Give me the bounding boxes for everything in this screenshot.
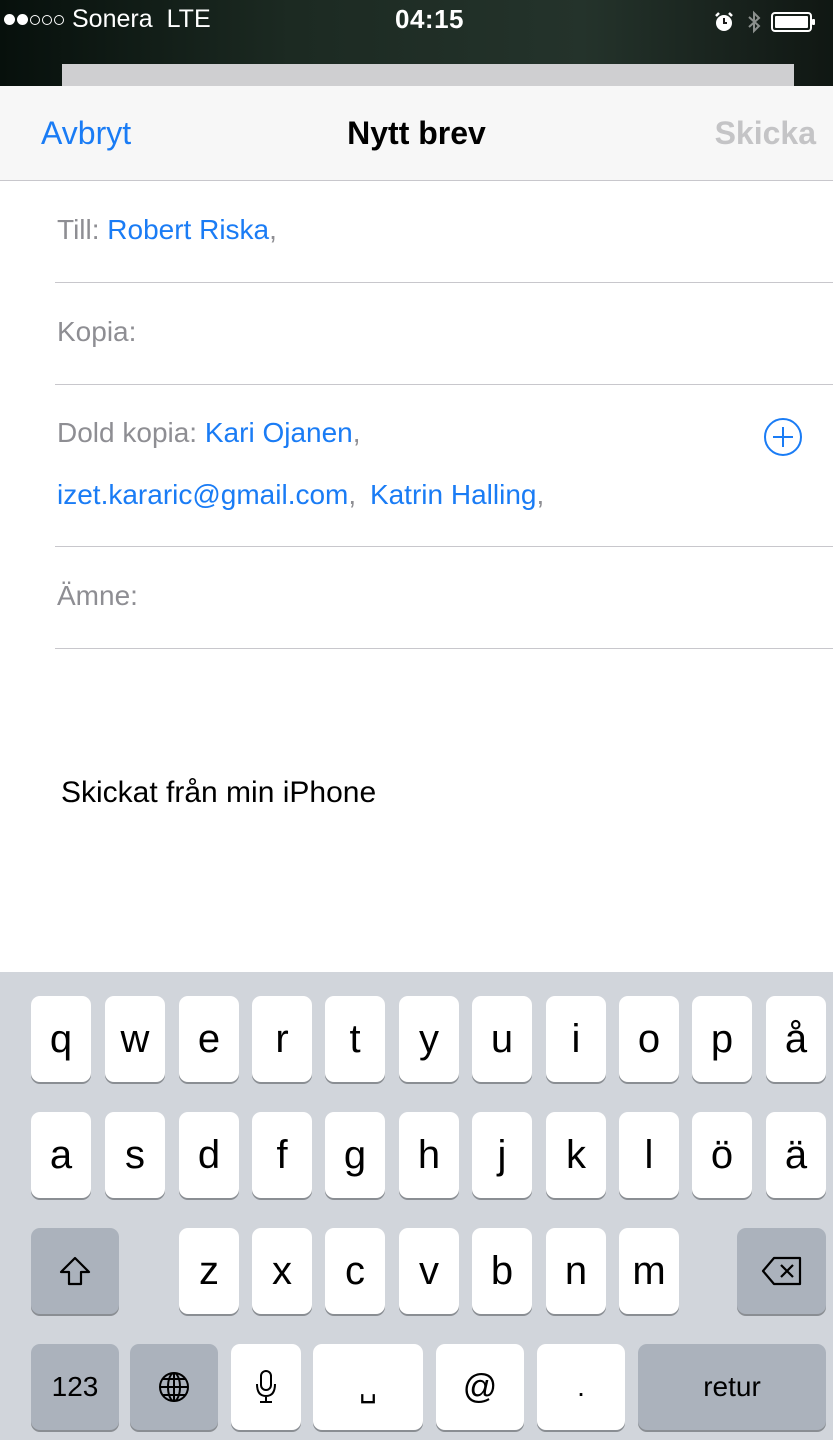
recipient-separator: , (348, 479, 357, 510)
key-q[interactable]: q (31, 996, 91, 1082)
key-oumlaut[interactable]: ö (692, 1112, 752, 1198)
add-contact-icon[interactable] (764, 418, 802, 456)
key-g[interactable]: g (325, 1112, 385, 1198)
period-key[interactable]: . (537, 1344, 625, 1430)
key-j[interactable]: j (472, 1112, 532, 1198)
shift-icon (59, 1256, 91, 1286)
key-a[interactable]: a (31, 1112, 91, 1198)
key-p[interactable]: p (692, 996, 752, 1082)
recipient-chip[interactable]: Katrin Halling (370, 479, 537, 510)
compose-nav-bar: Avbryt Nytt brev Skicka (0, 86, 833, 181)
key-i[interactable]: i (546, 996, 606, 1082)
recipient-separator: , (536, 479, 545, 510)
status-left: Sonera LTE (4, 5, 211, 34)
signal-strength-icon (4, 14, 66, 25)
subject-field[interactable]: Ämne: (55, 546, 833, 649)
bcc-label: Dold kopia: (57, 417, 198, 448)
key-d[interactable]: d (179, 1112, 239, 1198)
send-button[interactable]: Skicka (715, 115, 816, 152)
globe-icon (159, 1372, 189, 1402)
return-key[interactable]: retur (638, 1344, 826, 1430)
key-s[interactable]: s (105, 1112, 165, 1198)
recipient-chip[interactable]: Robert Riska (107, 214, 269, 245)
to-label: Till: (57, 214, 100, 245)
backspace-icon (761, 1256, 801, 1286)
key-c[interactable]: c (325, 1228, 385, 1314)
key-x[interactable]: x (252, 1228, 312, 1314)
key-o[interactable]: o (619, 996, 679, 1082)
backspace-key[interactable] (737, 1228, 826, 1314)
battery-icon (771, 12, 815, 32)
space-key[interactable]: ␣ (313, 1344, 423, 1430)
key-n[interactable]: n (546, 1228, 606, 1314)
numbers-key[interactable]: 123 (31, 1344, 119, 1430)
network-type: LTE (166, 5, 211, 33)
to-field[interactable]: Till: Robert Riska, (55, 180, 833, 283)
key-h[interactable]: h (399, 1112, 459, 1198)
bcc-field[interactable]: Dold kopia: Kari Ojanen, izet.kararic@gm… (55, 384, 833, 547)
recipient-chip[interactable]: izet.kararic@gmail.com (57, 479, 348, 510)
cc-label: Kopia: (57, 316, 137, 347)
key-y[interactable]: y (399, 996, 459, 1082)
key-z[interactable]: z (179, 1228, 239, 1314)
signature-text: Skickat från min iPhone (61, 776, 377, 809)
message-body[interactable]: Skickat från min iPhone (0, 648, 833, 972)
key-aring[interactable]: å (766, 996, 826, 1082)
globe-key[interactable] (130, 1344, 218, 1430)
key-aumlaut[interactable]: ä (766, 1112, 826, 1198)
key-l[interactable]: l (619, 1112, 679, 1198)
microphone-icon (256, 1370, 276, 1403)
key-w[interactable]: w (105, 996, 165, 1082)
bluetooth-icon (748, 10, 761, 34)
shift-key[interactable] (31, 1228, 119, 1314)
carrier-name: Sonera (72, 5, 153, 33)
key-b[interactable]: b (472, 1228, 532, 1314)
recipient-separator: , (352, 417, 361, 448)
key-t[interactable]: t (325, 996, 385, 1082)
recipient-separator: , (269, 214, 277, 245)
key-m[interactable]: m (619, 1228, 679, 1314)
subject-label: Ämne: (57, 580, 138, 611)
status-time: 04:15 (395, 4, 464, 34)
keyboard: q w e r t y u i o p å a s d f g h j k l … (0, 972, 833, 1440)
key-k[interactable]: k (546, 1112, 606, 1198)
key-u[interactable]: u (472, 996, 532, 1082)
status-right (713, 10, 817, 34)
key-v[interactable]: v (399, 1228, 459, 1314)
key-e[interactable]: e (179, 996, 239, 1082)
dictation-key[interactable] (231, 1344, 301, 1430)
alarm-icon (715, 12, 733, 31)
cancel-button[interactable]: Avbryt (41, 115, 131, 152)
at-key[interactable]: @ (436, 1344, 524, 1430)
key-r[interactable]: r (252, 996, 312, 1082)
key-f[interactable]: f (252, 1112, 312, 1198)
cc-field[interactable]: Kopia: (55, 282, 833, 385)
recipient-chip[interactable]: Kari Ojanen (205, 417, 353, 448)
